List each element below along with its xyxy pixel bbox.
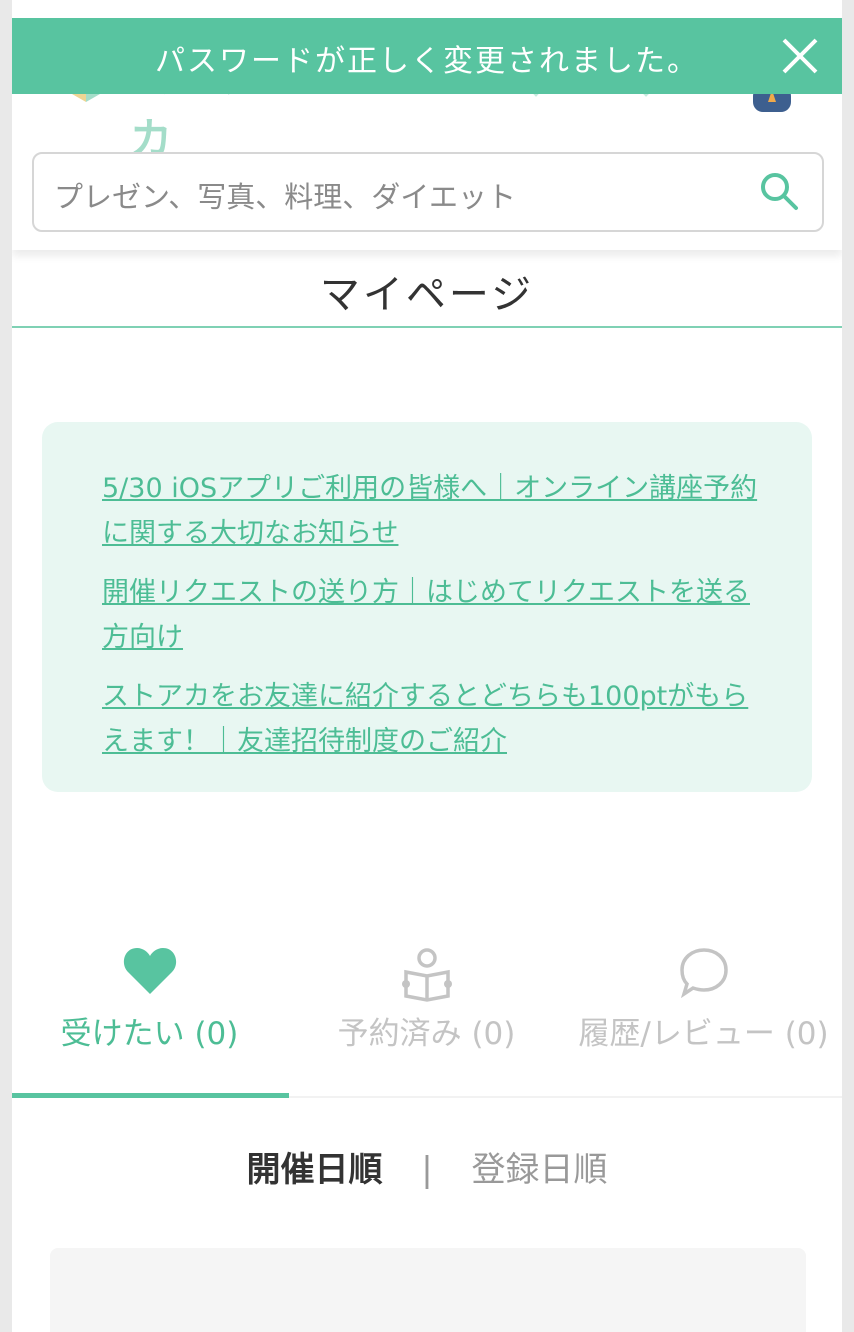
search-input[interactable]: プレゼン、写真、料理、ダイエット [54, 174, 516, 216]
sort-options: 開催日順 | 登録日順 [12, 1142, 842, 1191]
notice-box: 5/30 iOSアプリご利用の皆様へ｜オンライン講座予約に関する大切なお知らせ … [42, 422, 812, 792]
notice-link[interactable]: 5/30 iOSアプリご利用の皆様へ｜オンライン講座予約に関する大切なお知らせ [102, 466, 762, 556]
reading-person-icon [401, 948, 452, 1002]
speech-bubble-icon [679, 948, 728, 998]
tab-label: 履歴/レビュー (0) [578, 1016, 829, 1052]
tab-want[interactable]: 受けたい (0) [12, 940, 287, 1090]
app-frame: ストアカ プレゼン、写真、料理、ダイエット パスワードが正しく変更されました。 [12, 0, 842, 1332]
tab-reserved[interactable]: 予約済み (0) [289, 940, 564, 1090]
tab-history-review[interactable]: 履歴/レビュー (0) [566, 940, 841, 1090]
heart-icon [123, 948, 176, 994]
search-field[interactable]: プレゼン、写真、料理、ダイエット [32, 152, 824, 232]
notice-link[interactable]: ストアカをお友達に紹介するとどちらも100ptがもらえます！｜友達招待制度のご紹… [102, 674, 762, 764]
toast-message: パスワードが正しく変更されました。 [155, 44, 699, 79]
page-title: マイページ [319, 272, 535, 318]
tab-label: 予約済み (0) [337, 1016, 516, 1052]
notice-link[interactable]: 開催リクエストの送り方｜はじめてリクエストを送る方向け [102, 570, 762, 660]
active-tab-indicator [12, 1093, 289, 1098]
search-icon[interactable] [758, 170, 800, 212]
success-toast: パスワードが正しく変更されました。 [12, 18, 842, 94]
close-icon[interactable] [780, 36, 820, 76]
sort-by-registered-date[interactable]: 登録日順 [472, 1150, 608, 1190]
sort-by-event-date[interactable]: 開催日順 [246, 1150, 382, 1190]
sort-separator: | [421, 1150, 433, 1190]
divider [12, 326, 842, 328]
tab-label: 受けたい (0) [60, 1016, 239, 1052]
list-item [50, 1248, 806, 1332]
